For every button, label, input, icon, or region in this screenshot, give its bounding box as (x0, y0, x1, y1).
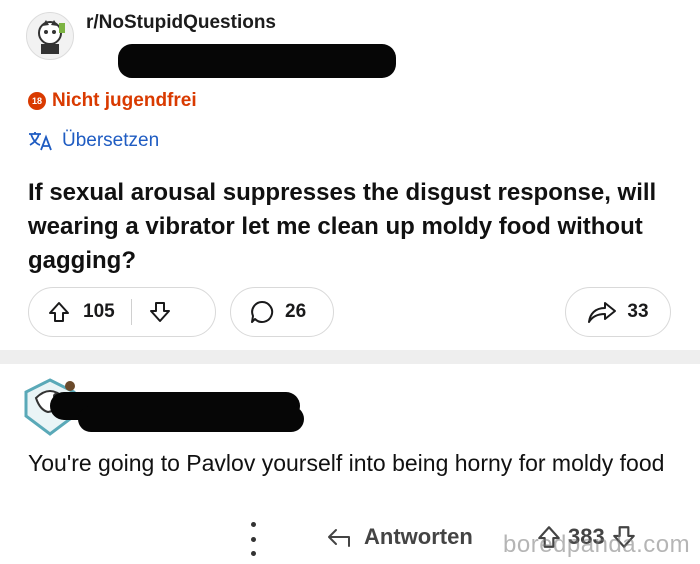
nsfw-18-icon: 18 (28, 92, 46, 110)
subreddit-avatar[interactable] (26, 12, 74, 60)
translate-icon (29, 132, 52, 151)
reply-label: Antworten (364, 524, 473, 549)
comment-text: You're going to Pavlov yourself into bei… (28, 450, 665, 476)
reply-arrow-icon (328, 529, 350, 547)
subreddit-logo-icon (38, 20, 65, 54)
more-dot-icon (250, 536, 256, 542)
translate-button[interactable]: Übersetzen (28, 130, 159, 152)
comment-bubble-icon (251, 300, 274, 323)
more-options-button[interactable] (246, 522, 260, 556)
redacted-username (118, 44, 396, 78)
more-dot-icon (250, 522, 256, 527)
upvote-count: 105 (83, 301, 115, 322)
vote-divider (130, 299, 132, 325)
redacted-commenter-meta (78, 406, 304, 432)
comment-count: 26 (285, 301, 307, 322)
section-divider (0, 350, 700, 364)
watermark: boredpanda.com (503, 531, 691, 558)
vote-bar: 105 (28, 287, 216, 337)
nsfw-label: Nicht jugendfrei (52, 90, 197, 111)
share-count: 33 (627, 301, 649, 322)
subreddit-name[interactable]: r/NoStupidQuestions (86, 12, 276, 34)
share-button[interactable]: 33 (565, 287, 671, 337)
nsfw-tag: 18 Nicht jugendfrei (28, 90, 197, 112)
comments-button[interactable]: 26 (230, 287, 334, 337)
post-title[interactable]: If sexual arousal suppresses the disgust… (28, 176, 678, 278)
more-dot-icon (250, 551, 256, 556)
downvote-arrow-icon[interactable] (148, 300, 172, 324)
share-arrow-icon (588, 302, 617, 323)
reply-button[interactable]: Antworten (326, 524, 473, 550)
translate-label: Übersetzen (62, 130, 160, 151)
upvote-arrow-icon[interactable] (47, 300, 71, 324)
